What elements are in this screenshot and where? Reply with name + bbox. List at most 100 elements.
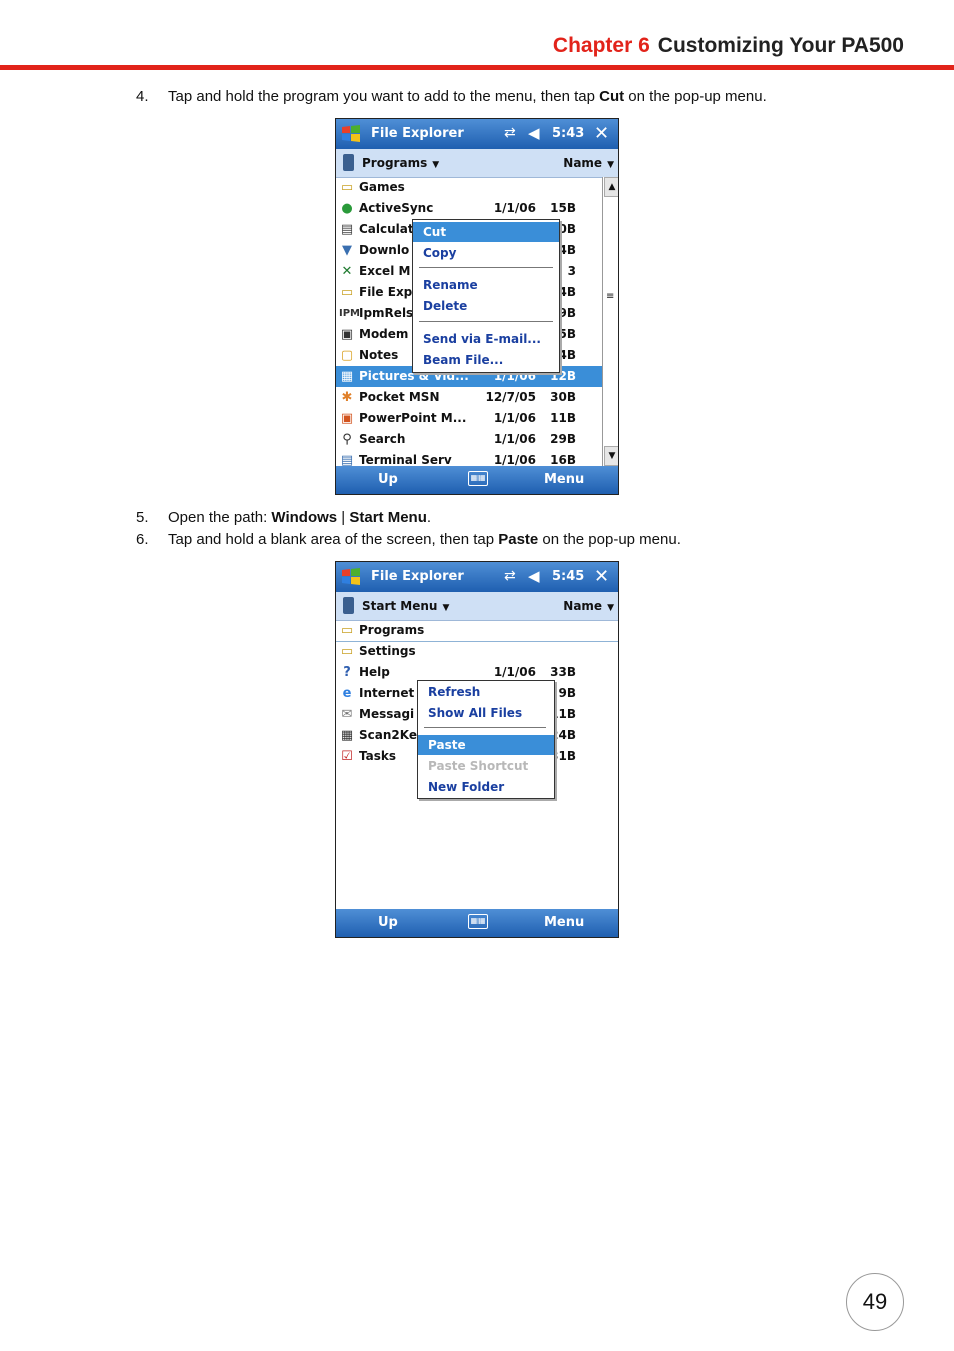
menu-item-beam-file[interactable]: Beam File... (413, 350, 503, 370)
item-size: 11B (550, 411, 576, 425)
sort-dropdown[interactable]: Name ▼ (563, 156, 614, 170)
item-name: Programs (359, 623, 425, 637)
item-name: Internet (359, 686, 415, 700)
app-title: File Explorer (371, 126, 464, 141)
step-5: 5. Open the path: Windows | Start Menu. (136, 509, 431, 526)
menu-item-cut[interactable]: Cut (413, 222, 559, 242)
step-text: Open the path: (168, 509, 272, 526)
folder-dropdown[interactable]: Programs ▼ (362, 156, 439, 170)
item-name: Help (359, 665, 390, 679)
menu-item-rename[interactable]: Rename (413, 275, 478, 295)
menu-item-send-email[interactable]: Send via E-mail... (413, 329, 541, 349)
menu-item-paste[interactable]: Paste (418, 735, 554, 755)
dropdown-arrow-icon: ▼ (442, 603, 450, 613)
volume-icon[interactable]: ◀ (528, 567, 540, 585)
sort-label: Name (563, 599, 603, 613)
list-item[interactable]: ✱ Pocket MSN 12/7/05 30B (336, 387, 602, 408)
keyboard-icon[interactable]: ▦▦ (468, 471, 488, 486)
step-text: Tap and hold the program you want to add… (168, 88, 600, 105)
menu-item-new-folder[interactable]: New Folder (418, 777, 504, 797)
step-bold: Cut (599, 88, 625, 105)
step-6: 6. Tap and hold a blank area of the scree… (136, 531, 681, 548)
menu-item-refresh[interactable]: Refresh (418, 682, 480, 702)
item-date: 12/7/05 (485, 390, 536, 404)
excel-icon: ✕ (341, 264, 353, 279)
clock[interactable]: 5:43 (552, 126, 584, 141)
messaging-icon: ✉ (341, 707, 353, 722)
close-button[interactable]: ✕ (594, 123, 609, 144)
page-number: 49 (846, 1273, 904, 1331)
folder-dropdown[interactable]: Start Menu ▼ (362, 599, 449, 613)
menu-item-delete[interactable]: Delete (413, 296, 467, 316)
step-text: . (426, 509, 432, 526)
step-bold: Paste (498, 531, 539, 548)
up-softkey[interactable]: Up (378, 472, 398, 487)
activesync-icon: ● (341, 201, 353, 216)
file-explorer-icon: ▭ (340, 285, 354, 300)
scroll-down-icon[interactable]: ▼ (604, 446, 618, 466)
menu-softkey[interactable]: Menu (544, 472, 584, 487)
item-size: 15B (550, 201, 576, 215)
item-name: PowerPoint M... (359, 411, 467, 425)
connectivity-icon[interactable]: ⇄ (504, 125, 516, 141)
item-name: Pocket MSN (359, 390, 440, 404)
windows-start-icon[interactable] (340, 566, 362, 588)
soft-key-bar: Up ▦▦ Menu (336, 909, 618, 937)
step-text: Tap and hold a blank area of the screen,… (168, 531, 499, 548)
scroll-thumb[interactable]: ≡ (606, 291, 614, 302)
item-date: 1/1/06 (493, 665, 536, 679)
soft-key-bar: Up ▦▦ Menu (336, 466, 618, 494)
download-icon: ▼ (342, 243, 352, 258)
item-name: Search (359, 432, 406, 446)
folder-icon: ▭ (340, 644, 354, 659)
menu-item-copy[interactable]: Copy (413, 243, 456, 263)
step-number: 6. (136, 531, 149, 548)
up-softkey[interactable]: Up (378, 915, 398, 930)
list-item[interactable]: ▭ Programs (336, 620, 618, 642)
step-4: 4. Tap and hold the program you want to a… (136, 88, 767, 105)
step-text: on the pop-up menu. (538, 531, 681, 548)
scroll-up-icon[interactable]: ▲ (604, 177, 618, 197)
item-size: 33B (550, 665, 576, 679)
search-icon: ⚲ (342, 432, 352, 447)
device-icon (343, 597, 354, 614)
menu-softkey[interactable]: Menu (544, 915, 584, 930)
list-item[interactable]: ▭ Games (336, 177, 602, 198)
item-name: Scan2Ke (359, 728, 417, 742)
volume-icon[interactable]: ◀ (528, 124, 540, 142)
scrollbar[interactable]: ▲ ≡ ▼ (602, 177, 618, 466)
item-date: 1/1/06 (493, 453, 536, 466)
list-item[interactable]: ▭ Settings (336, 641, 602, 662)
context-menu: Cut Copy Rename Delete Send via E-mail..… (412, 219, 560, 373)
device-screen-2: File Explorer ⇄ ◀ 5:45 ✕ Start Menu ▼ Nam… (335, 561, 619, 938)
windows-start-icon[interactable] (340, 123, 362, 145)
list-item[interactable]: ▣ PowerPoint M... 1/1/06 11B (336, 408, 602, 429)
pictures-icon: ▦ (340, 369, 354, 384)
item-name: File Expl (359, 285, 417, 299)
list-item[interactable]: ▤ Terminal Serv 1/1/06 16B (336, 450, 602, 466)
sort-dropdown[interactable]: Name ▼ (563, 599, 614, 613)
list-item[interactable]: ⚲ Search 1/1/06 29B (336, 429, 602, 450)
list-item[interactable]: ● ActiveSync 1/1/06 15B (336, 198, 602, 219)
connectivity-icon[interactable]: ⇄ (504, 568, 516, 584)
folder-icon: ▭ (340, 623, 354, 638)
close-button[interactable]: ✕ (594, 566, 609, 587)
help-icon: ? (343, 665, 351, 680)
app-title: File Explorer (371, 569, 464, 584)
menu-item-show-all-files[interactable]: Show All Files (418, 703, 522, 723)
item-name: Games (359, 180, 405, 194)
folder-path-bar: Start Menu ▼ Name ▼ (336, 592, 618, 621)
item-size: 16B (550, 453, 576, 466)
internet-explorer-icon: e (342, 686, 352, 701)
keyboard-icon[interactable]: ▦▦ (468, 914, 488, 929)
folder-label: Start Menu (362, 599, 438, 613)
dropdown-arrow-icon: ▼ (607, 160, 614, 170)
item-name: Excel M (359, 264, 411, 278)
notes-icon: ▢ (340, 348, 354, 363)
modem-icon: ▣ (340, 327, 354, 342)
ipm-icon: IPM (339, 308, 361, 319)
item-name: Messagi (359, 707, 415, 721)
menu-separator (419, 321, 553, 322)
clock[interactable]: 5:45 (552, 569, 584, 584)
menu-separator (419, 267, 553, 268)
